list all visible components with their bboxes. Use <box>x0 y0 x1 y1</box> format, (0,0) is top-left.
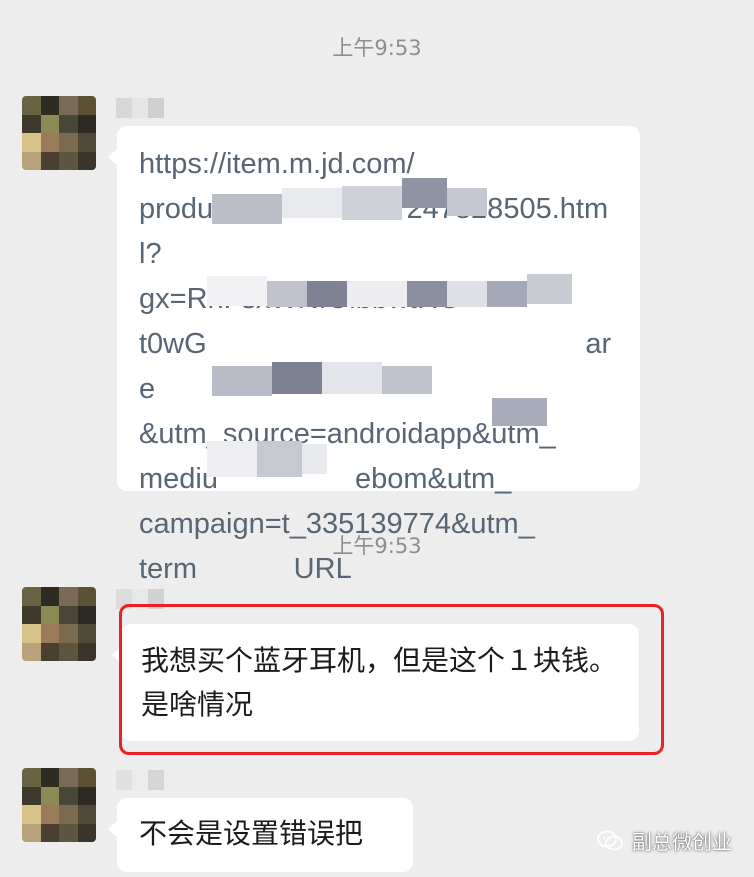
watermark-label: 副总微创业 <box>632 830 732 854</box>
contact-avatar[interactable] <box>22 587 96 661</box>
sender-name-blurred <box>116 98 164 118</box>
redaction-mosaic <box>117 126 640 491</box>
link-message-bubble[interactable]: https://item.m.jd.com/ produ 2478​28505.… <box>108 126 640 585</box>
message-bubble[interactable]: 不会是设置错误把 <box>108 798 413 872</box>
message-text: 不会是设置错误把 <box>139 817 364 850</box>
contact-avatar[interactable] <box>22 768 96 842</box>
sender-name-blurred <box>116 770 164 790</box>
wechat-official-account-icon <box>597 830 623 850</box>
watermark: 副总微创业 <box>596 826 732 855</box>
highlight-annotation-box <box>119 604 664 755</box>
timestamp: 上午9:53 <box>332 36 422 60</box>
timestamp: 上午9:53 <box>332 534 422 558</box>
contact-avatar[interactable] <box>22 96 96 170</box>
